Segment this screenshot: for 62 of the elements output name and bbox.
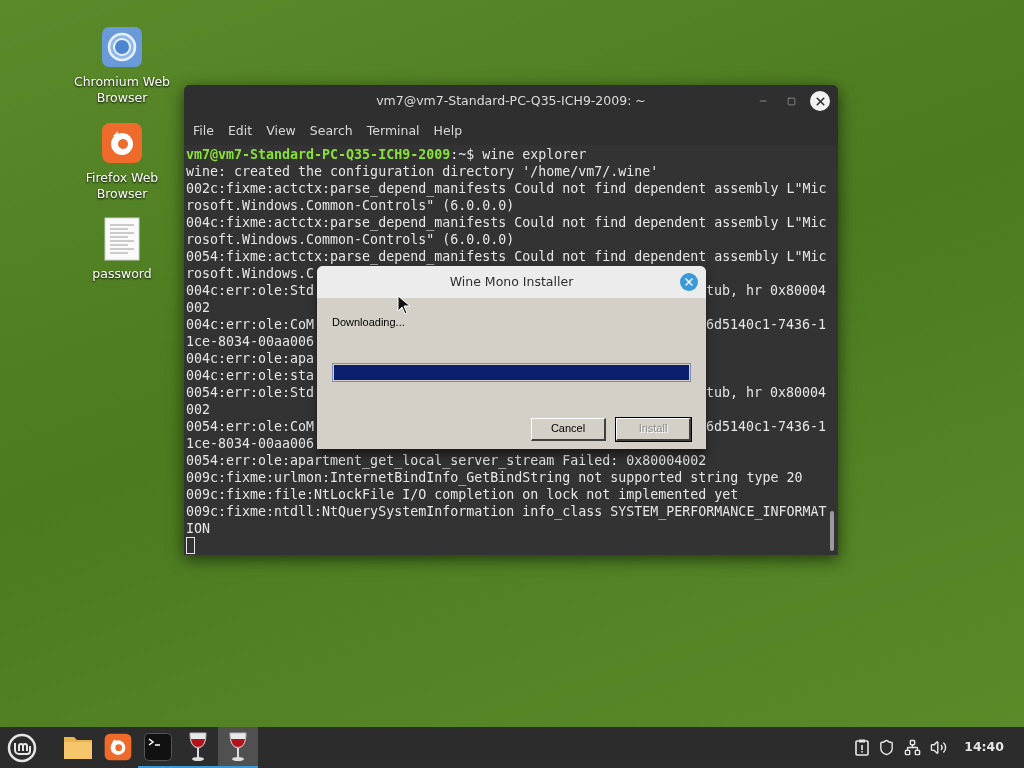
wine-glass-icon	[228, 731, 248, 762]
terminal-line: 009c:fixme:ntdll:NtQuerySystemInformation info_class SYSTEM_PERFORMANCE_INFORMAT	[186, 503, 827, 520]
terminal-line: 009c:fixme:urlmon:InternetBindInfo_GetBindString not supported string type 20	[186, 469, 803, 486]
terminal-icon	[144, 732, 172, 761]
terminal-line: 004c:err:ole:Std	[186, 282, 315, 299]
terminal-line: 004c:err:ole:apa	[186, 350, 315, 367]
terminal-line: 004c:fixme:actctx:parse_depend_manifests Could not find dependent assembly L"Mic	[186, 214, 827, 231]
dialog-button[interactable]: Cancel	[531, 417, 606, 441]
window-title: vm7@vm7-Standard-PC-Q35-ICH9-2009: ~	[375, 91, 647, 110]
terminal-line: 002	[186, 299, 211, 316]
status-text: Downloading...	[332, 315, 406, 330]
terminal-line: 0054:fixme:actctx:parse_depend_manifests Could not find dependent assembly L"Mic	[186, 248, 827, 265]
terminal-line: 002c:fixme:actctx:parse_depend_manifests Could not find dependent assembly L"Mic	[186, 180, 827, 197]
terminal-line: tub, hr 0x80004	[705, 282, 826, 299]
volume-icon[interactable]	[930, 739, 948, 756]
terminal-line: 1ce-8034-00aa006	[186, 435, 315, 452]
clock[interactable]: 14:40	[964, 738, 1004, 757]
prompt-path: :~$	[450, 146, 475, 163]
dialog-title: Wine Mono Installer	[448, 272, 575, 291]
scrollbar-thumb[interactable]	[830, 511, 834, 551]
desktop-icon-label[interactable]: password	[72, 266, 172, 282]
menu-item[interactable]: View	[260, 121, 302, 141]
wine-glass-icon	[188, 731, 208, 762]
terminal-line: rosoft.Windows.C	[186, 265, 315, 282]
fox-app-icon	[104, 732, 132, 761]
menu-item[interactable]: Terminal	[360, 121, 426, 141]
terminal-line: rosoft.Windows.Common-Controls" (6.0.0.0)	[186, 231, 515, 248]
menu-item[interactable]: File	[187, 121, 220, 141]
terminal-line: 6d5140c1-7436-1	[705, 418, 826, 435]
taskbar-app-button[interactable]	[218, 727, 258, 768]
menu-item[interactable]: Edit	[221, 121, 259, 141]
terminal-line: 1ce-8034-00aa006	[186, 333, 315, 350]
text-cursor	[186, 537, 195, 554]
terminal-line: tub, hr 0x80004	[705, 384, 826, 401]
prompt-user-host: vm7@vm7-Standard-PC-Q35-ICH9-2009	[186, 146, 451, 163]
terminal-line: 0054:err:ole:apartment_get_local_server_stream Failed: 0x80004002	[186, 452, 707, 469]
desktop-icon-label[interactable]: Firefox Web Browser	[72, 170, 172, 202]
terminal-line: 6d5140c1-7436-1	[705, 316, 826, 333]
terminal-line: 0054:err:ole:Std	[186, 384, 315, 401]
network-icon[interactable]	[904, 739, 922, 756]
terminal-line: 0054:err:ole:CoM	[186, 418, 315, 435]
terminal-line: 002	[186, 401, 211, 418]
terminal-line: 004c:err:ole:sta	[186, 367, 315, 384]
shield-icon[interactable]	[878, 739, 896, 756]
close-button[interactable]	[810, 91, 830, 111]
terminal-line: wine: created the configuration directory '/home/vm7/.wine'	[186, 163, 659, 180]
terminal-line: ION	[186, 520, 211, 537]
command-text: wine explorer	[482, 146, 587, 163]
maximize-icon	[786, 96, 796, 106]
terminal-line: rosoft.Windows.Common-Controls" (6.0.0.0)	[186, 197, 515, 214]
document-icon	[104, 217, 140, 261]
globe-app-icon	[101, 26, 143, 68]
terminal-line: 004c:err:ole:CoM	[186, 316, 315, 333]
fox-app-icon	[101, 122, 143, 164]
close-icon	[813, 94, 827, 108]
close-icon	[683, 276, 695, 288]
clipboard-icon[interactable]	[855, 739, 870, 756]
desktop-icon-label[interactable]: Chromium Web Browser	[72, 74, 172, 106]
menu-item[interactable]: Help	[427, 121, 469, 141]
menu-item[interactable]: Search	[303, 121, 359, 141]
mouse-pointer-icon	[397, 295, 411, 315]
terminal-line: 009c:fixme:file:NtLockFile I/O completion on lock not implemented yet	[186, 486, 739, 503]
